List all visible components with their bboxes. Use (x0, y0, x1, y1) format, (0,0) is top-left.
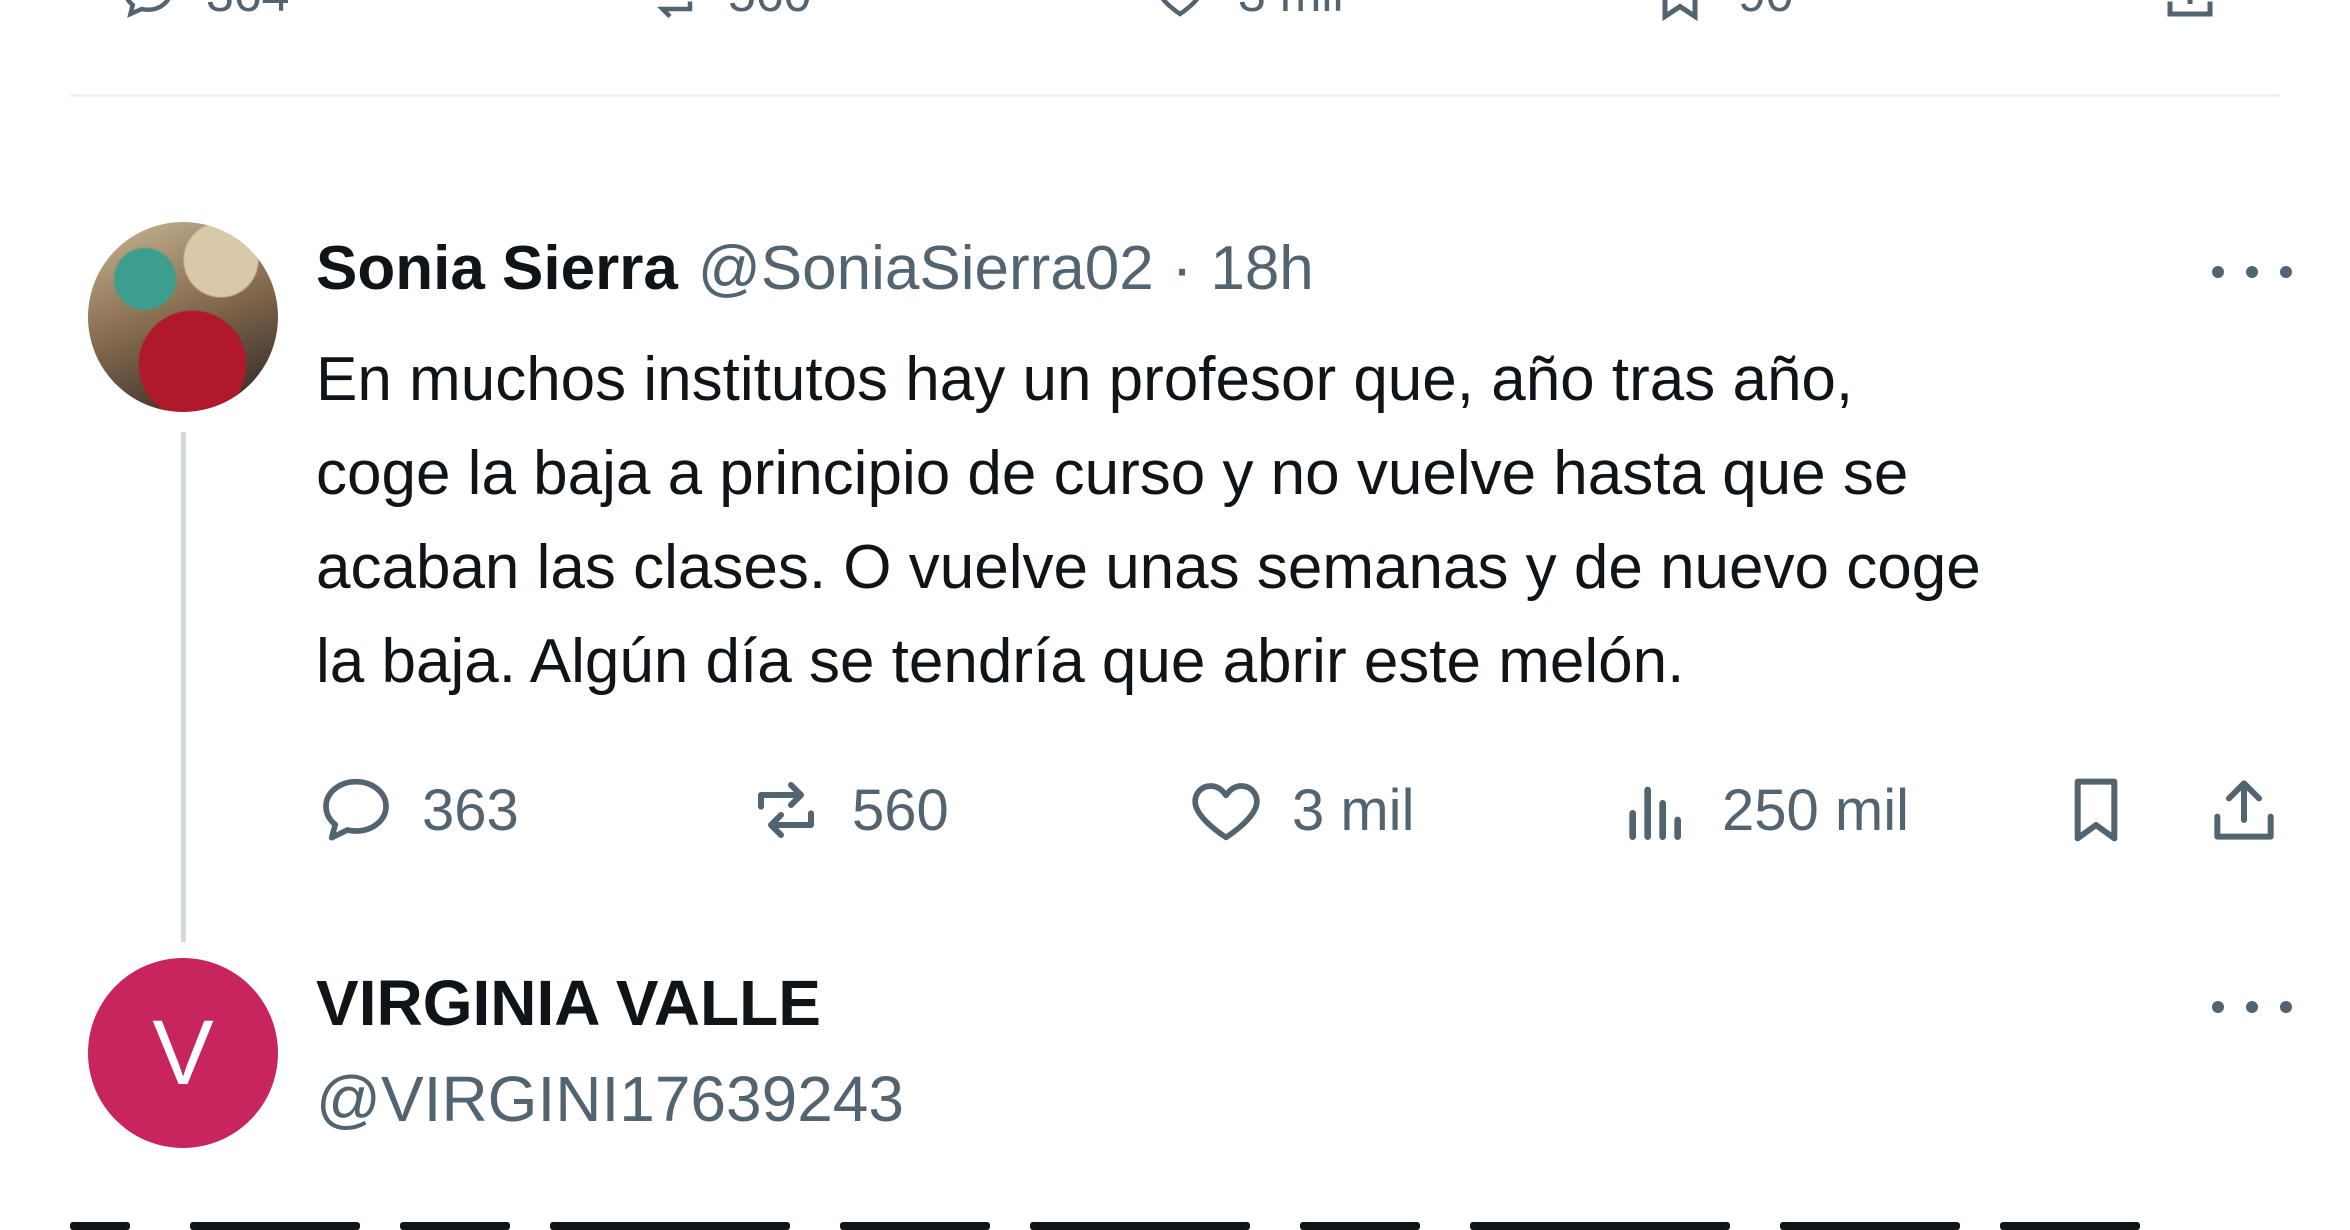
author-handle[interactable]: @VIRGINI17639243 (316, 1062, 904, 1136)
reply-count: 363 (422, 777, 519, 843)
prev-repost-count: 560 (728, 0, 811, 23)
repost-icon (657, 1, 693, 19)
views-icon (1629, 786, 1681, 840)
avatar[interactable]: V (88, 958, 278, 1148)
tweet-text-line: acaban las clases. O vuelve unas semanas… (316, 533, 1981, 602)
divider (70, 94, 2280, 97)
bookmark-button[interactable] (2056, 762, 2136, 858)
tweet-text-line: la baja. Algún día se tendría que abrir … (316, 627, 1685, 696)
prev-reply-action[interactable]: 364 (118, 0, 289, 24)
prev-like-count: 3 mil (1238, 0, 1344, 23)
avatar[interactable] (88, 222, 278, 412)
author-name[interactable]: Sonia Sierra (316, 233, 678, 304)
views-button[interactable]: 250 mil (1616, 762, 1909, 858)
bookmark-icon (2074, 778, 2118, 842)
tweet-text-line: En muchos institutos hay un profesor que… (316, 345, 1854, 414)
share-icon (2167, 0, 2213, 17)
header-separator: · (1171, 233, 1193, 303)
prev-bookmark-count: 90 (1738, 0, 1794, 23)
more-icon[interactable] (2212, 252, 2292, 292)
views-count: 250 mil (1722, 777, 1909, 843)
reply-button[interactable]: 363 (316, 762, 519, 858)
share-button[interactable] (2204, 762, 2284, 858)
tweet-text: En muchos institutos hay un profesor que… (316, 333, 2276, 709)
more-icon[interactable] (2212, 987, 2292, 1027)
reply-icon (323, 778, 389, 841)
author-name[interactable]: VIRGINIA VALLE (316, 966, 821, 1040)
tweet-header: Sonia Sierra @SoniaSierra02 · 18h (316, 233, 1314, 303)
like-button[interactable]: 3 mil (1186, 762, 1414, 858)
heart-icon (1192, 783, 1260, 841)
tweet-text-line: coge la baja a principio de curso y no v… (316, 439, 1909, 508)
prev-share-action[interactable] (2160, 0, 2220, 24)
tweet-timestamp[interactable]: 18h (1210, 233, 1313, 304)
prev-like-action[interactable]: 3 mil (1150, 0, 1344, 24)
tweet-actions: 363 560 3 mil 250 mil (316, 762, 2286, 858)
cropped-text-line (70, 1218, 2170, 1230)
repost-count: 560 (852, 777, 949, 843)
prev-reply-count: 364 (206, 0, 289, 23)
prev-bookmark-action[interactable]: 90 (1650, 0, 1794, 24)
reply-icon (125, 0, 171, 18)
author-handle[interactable]: @SoniaSierra02 (698, 233, 1154, 304)
thread-line (181, 432, 186, 942)
prev-repost-action[interactable]: 560 (640, 0, 811, 24)
heart-icon (1160, 0, 1200, 17)
repost-icon (758, 782, 814, 838)
avatar-letter: V (152, 1001, 214, 1104)
bookmark-icon (1662, 0, 1698, 22)
like-count: 3 mil (1292, 777, 1415, 843)
share-icon (2214, 780, 2274, 840)
previous-tweet-actions: 364 560 3 mil 90 (0, 0, 2350, 24)
repost-button[interactable]: 560 (746, 762, 949, 858)
